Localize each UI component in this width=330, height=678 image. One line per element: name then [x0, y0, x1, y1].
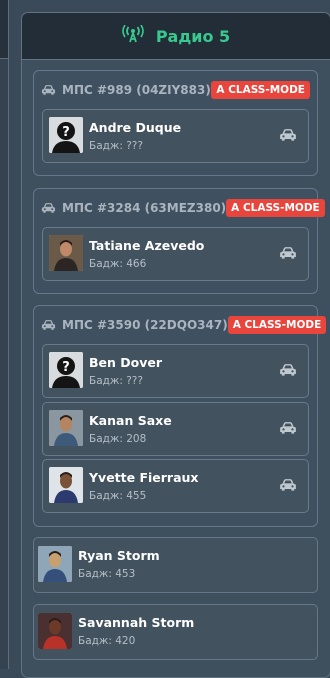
member-row[interactable]: Savannah Storm Бадж: 420 — [33, 604, 318, 660]
avatar — [38, 613, 72, 649]
member-row[interactable]: Tatiane Azevedo Бадж: 466 — [42, 227, 309, 281]
member-row[interactable]: Yvette Fierraux Бадж: 455 — [42, 459, 309, 513]
avatar — [49, 467, 83, 503]
member-name: Savannah Storm — [78, 615, 195, 630]
left-panel-edge — [0, 0, 9, 669]
car-icon — [41, 316, 56, 335]
unit-name: МПС #3590 (22DQO347) — [62, 318, 228, 332]
unit-name: МПС #3284 (63MEZ380) — [62, 201, 227, 215]
unit-header: МПС #3590 (22DQO347) A CLASS-MODE — [41, 314, 327, 336]
car-icon[interactable] — [279, 477, 297, 496]
radio-panel: Радио 5 МПС #989 (04ZIY883) A CLASS-MODE… — [21, 12, 330, 678]
member-name: Tatiane Azevedo — [89, 238, 205, 253]
car-icon — [41, 199, 56, 218]
avatar — [49, 235, 83, 271]
member-row[interactable]: Ryan Storm Бадж: 453 — [33, 537, 318, 593]
unit-header: МПС #3284 (63MEZ380) A CLASS-MODE — [41, 197, 325, 219]
member-badge: Бадж: 466 — [89, 258, 147, 270]
member-badge: Бадж: ??? — [89, 375, 143, 387]
avatar — [49, 410, 83, 446]
car-icon[interactable] — [279, 127, 297, 146]
avatar: ? — [49, 117, 83, 153]
svg-text:?: ? — [62, 125, 70, 140]
member-row[interactable]: ? Andre Duque Бадж: ??? — [42, 109, 309, 163]
member-name: Andre Duque — [89, 120, 182, 135]
member-badge: Бадж: 420 — [78, 635, 136, 647]
unit-card[interactable]: МПС #3590 (22DQO347) A CLASS-MODE ? Ben … — [33, 305, 327, 527]
member-badge: Бадж: 453 — [78, 568, 136, 580]
car-icon — [41, 81, 56, 100]
unit-card[interactable]: МПС #989 (04ZIY883) A CLASS-MODE ? Andre… — [33, 70, 318, 176]
member-badge: Бадж: 208 — [89, 433, 147, 445]
car-icon[interactable] — [279, 362, 297, 381]
member-name: Ryan Storm — [78, 548, 160, 563]
member-name: Kanan Saxe — [89, 413, 172, 428]
avatar: ? — [49, 352, 83, 388]
unit-header: МПС #989 (04ZIY883) A CLASS-MODE — [41, 79, 310, 101]
panel-title: Радио 5 — [155, 26, 231, 46]
member-name: Yvette Fierraux — [89, 470, 199, 485]
avatar — [38, 546, 72, 582]
member-name: Ben Dover — [89, 355, 163, 370]
svg-text:?: ? — [62, 360, 70, 375]
mode-badge: A CLASS-MODE — [226, 199, 325, 217]
member-badge: Бадж: 455 — [89, 490, 147, 502]
panel-header: Радио 5 — [22, 13, 330, 60]
member-badge: Бадж: ??? — [89, 140, 143, 152]
unit-card[interactable]: МПС #3284 (63MEZ380) A CLASS-MODE Tatian… — [33, 188, 325, 294]
radio-tower-icon — [122, 24, 144, 47]
mode-badge: A CLASS-MODE — [211, 81, 310, 99]
member-row[interactable]: Kanan Saxe Бадж: 208 — [42, 402, 309, 456]
car-icon[interactable] — [279, 245, 297, 264]
unit-name: МПС #989 (04ZIY883) — [62, 83, 211, 97]
car-icon[interactable] — [279, 420, 297, 439]
mode-badge: A CLASS-MODE — [227, 316, 327, 334]
member-row[interactable]: ? Ben Dover Бадж: ??? — [42, 344, 309, 398]
